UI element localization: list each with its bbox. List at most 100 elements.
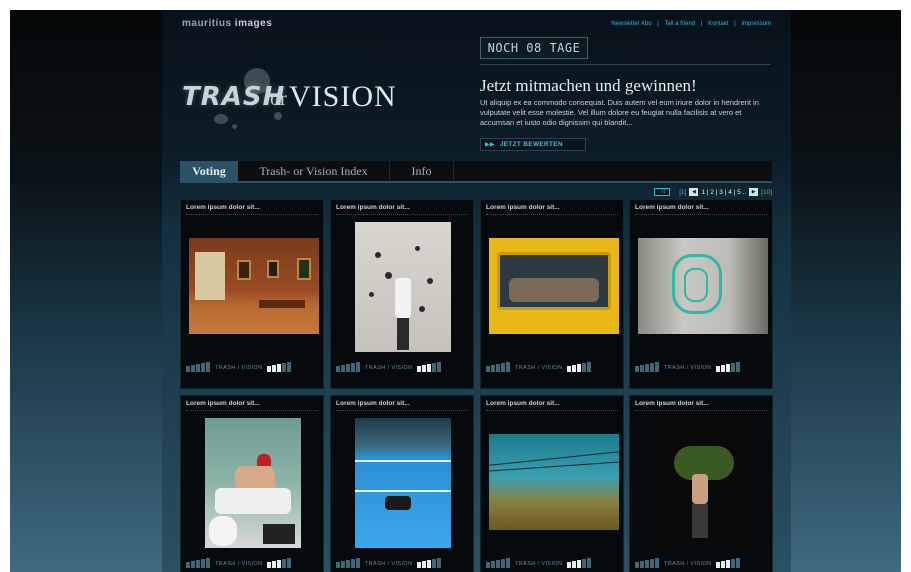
vision-vote-segment[interactable] xyxy=(287,362,292,372)
tab-voting[interactable]: Voting xyxy=(180,161,238,181)
vision-vote-segment[interactable] xyxy=(282,559,287,568)
trash-vote-segment[interactable] xyxy=(206,362,210,372)
vision-vote-segment[interactable] xyxy=(567,366,572,372)
trash-vote-segment[interactable] xyxy=(351,559,355,568)
vote-bar[interactable]: TRASH / VISION xyxy=(336,362,442,372)
trash-vote-segment[interactable] xyxy=(506,362,510,372)
trash-vote-segment[interactable] xyxy=(191,365,195,372)
vision-vote-segment[interactable] xyxy=(432,363,437,372)
jetzt-bewerten-button[interactable]: ▶▶ JETZT BEWERTEN xyxy=(480,138,586,151)
photo-card[interactable]: Lorem ipsum dolor sit... TRASH / VISION xyxy=(629,395,773,572)
museum-gallery-photo[interactable] xyxy=(189,238,319,334)
trash-vote-segment[interactable] xyxy=(351,363,355,372)
vision-vote-segment[interactable] xyxy=(427,560,432,568)
trash-vote-segment[interactable] xyxy=(645,560,649,568)
trash-vote-segment[interactable] xyxy=(356,558,360,568)
trash-vote-segment[interactable] xyxy=(341,365,345,372)
vision-vote-segment[interactable] xyxy=(277,364,282,372)
brand-logo[interactable]: mauritius images xyxy=(182,18,272,29)
yellow-tram-photo[interactable] xyxy=(489,238,619,334)
prev-arrow-icon[interactable]: ◀ xyxy=(689,188,699,196)
link-newsletter[interactable]: Newsletter Abo xyxy=(611,21,651,27)
vision-vote-segment[interactable] xyxy=(721,561,726,568)
vision-vote-segment[interactable] xyxy=(582,559,587,568)
vision-vote-segment[interactable] xyxy=(277,560,282,568)
vision-vote-segment[interactable] xyxy=(716,562,721,568)
vision-vote-segment[interactable] xyxy=(437,558,442,568)
trash-vote-segment[interactable] xyxy=(650,363,654,372)
vision-vote-segment[interactable] xyxy=(731,363,736,372)
tab-trash-or-vision-index[interactable]: Trash- or Vision Index xyxy=(238,161,390,181)
vote-bar[interactable]: TRASH / VISION xyxy=(486,362,592,372)
trash-vote-segment[interactable] xyxy=(640,365,644,372)
trash-vote-segment[interactable] xyxy=(346,364,350,372)
vision-vote-segment[interactable] xyxy=(587,558,592,568)
vision-vote-segment[interactable] xyxy=(577,560,582,568)
trash-vote-segment[interactable] xyxy=(491,561,495,568)
vision-vote-segment[interactable] xyxy=(716,366,721,372)
trash-vote-segment[interactable] xyxy=(645,364,649,372)
bathtub-person-photo[interactable] xyxy=(205,418,301,548)
trash-vote-segment[interactable] xyxy=(501,559,505,568)
link-impressum[interactable]: Impressum xyxy=(741,21,771,27)
trash-vote-segment[interactable] xyxy=(201,559,205,568)
vision-vote-segment[interactable] xyxy=(721,365,726,372)
vision-vote-segment[interactable] xyxy=(726,560,731,568)
pager-pages[interactable]: 1 | 2 | 3 | 4 | 5 .. xyxy=(701,189,746,196)
vision-vote-segment[interactable] xyxy=(577,364,582,372)
pager-first[interactable]: [1] xyxy=(679,189,686,196)
trash-vote-segment[interactable] xyxy=(650,559,654,568)
trash-vote-segment[interactable] xyxy=(336,366,340,372)
next-arrow-icon[interactable]: ▶ xyxy=(749,188,759,196)
photo-card[interactable]: Lorem ipsum dolor sit... TRASH / VISION xyxy=(330,199,474,389)
vision-vote-segment[interactable] xyxy=(427,364,432,372)
vision-vote-segment[interactable] xyxy=(287,558,292,568)
vision-vote-segment[interactable] xyxy=(437,362,442,372)
trash-vote-segment[interactable] xyxy=(501,363,505,372)
trash-vote-segment[interactable] xyxy=(635,366,639,372)
vision-vote-segment[interactable] xyxy=(272,561,277,568)
vision-vote-segment[interactable] xyxy=(587,362,592,372)
trash-vote-segment[interactable] xyxy=(196,560,200,568)
vote-bar[interactable]: TRASH / VISION xyxy=(486,558,592,568)
vision-vote-segment[interactable] xyxy=(572,365,577,372)
vision-vote-segment[interactable] xyxy=(572,561,577,568)
vision-vote-segment[interactable] xyxy=(417,562,422,568)
trash-vote-segment[interactable] xyxy=(201,363,205,372)
vote-bar[interactable]: TRASH / VISION xyxy=(186,362,292,372)
vision-vote-segment[interactable] xyxy=(736,558,741,568)
vision-vote-segment[interactable] xyxy=(432,559,437,568)
field-power-lines-photo[interactable] xyxy=(489,434,619,530)
trash-vote-segment[interactable] xyxy=(496,560,500,568)
trash-vote-segment[interactable] xyxy=(186,366,190,372)
trash-vote-segment[interactable] xyxy=(336,562,340,568)
tab-info[interactable]: Info xyxy=(390,161,454,181)
photo-card[interactable]: Lorem ipsum dolor sit... TRASH / VISION xyxy=(180,199,324,389)
photo-card[interactable]: Lorem ipsum dolor sit... TRASH / VISION xyxy=(629,199,773,389)
vote-bar[interactable]: TRASH / VISION xyxy=(635,558,741,568)
trash-vote-segment[interactable] xyxy=(486,562,490,568)
vote-bar[interactable]: TRASH / VISION xyxy=(336,558,442,568)
vision-vote-segment[interactable] xyxy=(267,366,272,372)
trash-vote-segment[interactable] xyxy=(206,558,210,568)
vote-bar[interactable]: TRASH / VISION xyxy=(635,362,741,372)
trash-vote-segment[interactable] xyxy=(356,362,360,372)
person-dots-wall-photo[interactable] xyxy=(355,222,451,352)
vision-vote-segment[interactable] xyxy=(582,363,587,372)
trash-vote-segment[interactable] xyxy=(196,364,200,372)
trash-vote-segment[interactable] xyxy=(191,561,195,568)
vision-vote-segment[interactable] xyxy=(422,561,427,568)
photo-card[interactable]: Lorem ipsum dolor sit... TRASH / VISION xyxy=(480,395,624,572)
link-kontakt[interactable]: Kontakt xyxy=(708,21,728,27)
pager-last[interactable]: [10] xyxy=(761,189,772,196)
trash-vote-segment[interactable] xyxy=(486,366,490,372)
trash-vote-segment[interactable] xyxy=(346,560,350,568)
trash-vote-segment[interactable] xyxy=(635,562,639,568)
trash-vote-segment[interactable] xyxy=(506,558,510,568)
vision-vote-segment[interactable] xyxy=(272,365,277,372)
trash-vote-segment[interactable] xyxy=(655,362,659,372)
photo-card[interactable]: Lorem ipsum dolor sit... TRASH / VISION xyxy=(330,395,474,572)
vision-vote-segment[interactable] xyxy=(726,364,731,372)
graffiti-wall-photo[interactable] xyxy=(638,238,768,334)
empty-pool-photo[interactable] xyxy=(355,418,451,548)
